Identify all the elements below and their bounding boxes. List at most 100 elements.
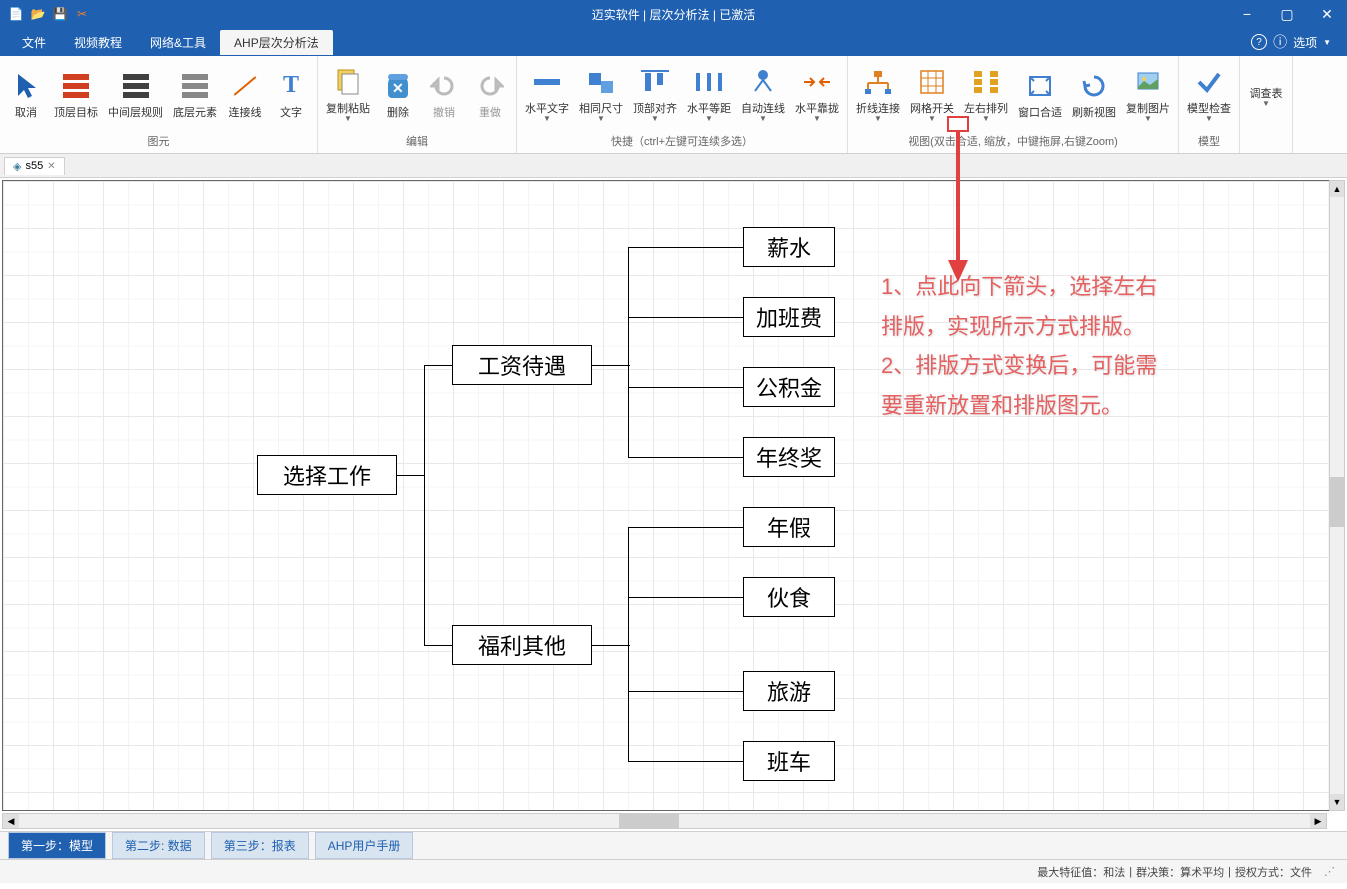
new-icon[interactable]: 📄: [8, 6, 24, 22]
cancel-button[interactable]: 取消: [4, 68, 48, 122]
node-root[interactable]: 选择工作: [257, 455, 397, 495]
group-label-view: 视图(双击合适, 缩放，中键拖屏,右键Zoom): [852, 131, 1174, 151]
line-icon: [234, 76, 257, 96]
undo-button[interactable]: 撤销: [422, 68, 466, 122]
autoconn-icon: [747, 66, 779, 98]
node-leaf2-2[interactable]: 旅游: [743, 671, 835, 711]
status-eigen: 最大特征值：和法: [1037, 864, 1125, 880]
btab-model[interactable]: 第一步：模型: [8, 832, 106, 859]
cursor-icon: [14, 72, 38, 100]
menu-file[interactable]: 文件: [8, 30, 60, 55]
node-leaf1-1[interactable]: 加班费: [743, 297, 835, 337]
node-leaf1-3[interactable]: 年终奖: [743, 437, 835, 477]
callout-highlight: [947, 116, 969, 132]
delete-button[interactable]: ✕ 删除: [376, 68, 420, 122]
connector-button[interactable]: 连接线: [223, 68, 267, 122]
menu-video[interactable]: 视频教程: [60, 30, 136, 55]
status-resize-icon[interactable]: ⋰: [1324, 865, 1335, 878]
polyconn-icon: [862, 66, 894, 98]
node-mid-0[interactable]: 工资待遇: [452, 345, 592, 385]
cube-icon: ◈: [13, 160, 21, 173]
info-icon[interactable]: ⓘ: [1273, 32, 1287, 52]
group-label-element: 图元: [4, 131, 313, 151]
polyconn-button[interactable]: 折线连接 ▼: [852, 64, 904, 125]
fitwin-button[interactable]: 窗口合适: [1014, 68, 1066, 122]
titlebar: 📄 📂 💾 ✂ 迈实软件 | 层次分析法 | 已激活 − ▢ ✕: [0, 0, 1347, 28]
copypic-button[interactable]: 复制图片 ▼: [1122, 64, 1174, 125]
doc-tabs: ◈ s55 ✕: [0, 154, 1347, 178]
close-icon[interactable]: ✕: [47, 161, 55, 172]
horizontal-scrollbar[interactable]: ◀ ▶: [2, 813, 1327, 829]
group-label-edit: 编辑: [322, 131, 512, 151]
options-dropdown-icon[interactable]: ▼: [1323, 38, 1331, 47]
vertical-scrollbar[interactable]: ▲ ▼: [1329, 180, 1345, 811]
text-icon: T: [283, 72, 299, 99]
topalign-button[interactable]: 顶部对齐 ▼: [629, 64, 681, 125]
hspace-button[interactable]: 水平等距 ▼: [683, 64, 735, 125]
check-icon: [1193, 66, 1225, 98]
btab-data[interactable]: 第二步: 数据: [112, 832, 205, 859]
chevron-down-icon: ▼: [344, 114, 352, 123]
options-label[interactable]: 选项: [1293, 34, 1317, 51]
status-group: 群决策：算术平均: [1136, 864, 1224, 880]
delete-icon: ✕: [388, 74, 408, 98]
minimize-button[interactable]: −: [1227, 0, 1267, 28]
scroll-down-button[interactable]: ▼: [1330, 794, 1344, 810]
maximize-button[interactable]: ▢: [1267, 0, 1307, 28]
bars-dark-icon: [123, 74, 149, 98]
canvas[interactable]: 选择工作 工资待遇 福利其他 薪水 加班费 公积金 年终奖 年假 伙食 旅游 班…: [0, 178, 1347, 831]
refresh-icon: [1078, 70, 1110, 102]
survey-button[interactable]: 调查表 ▼: [1244, 58, 1288, 135]
node-leaf2-0[interactable]: 年假: [743, 507, 835, 547]
hspace-icon: [693, 66, 725, 98]
node-leaf2-3[interactable]: 班车: [743, 741, 835, 781]
htext-icon: [531, 66, 563, 98]
open-icon[interactable]: 📂: [30, 6, 46, 22]
window-title: 迈实软件 | 层次分析法 | 已激活: [592, 6, 756, 23]
redo-button[interactable]: 重做: [468, 68, 512, 122]
doc-tab-label: s55: [25, 160, 43, 172]
menu-network[interactable]: 网络&工具: [136, 30, 220, 55]
top-goal-button[interactable]: 顶层目标: [50, 68, 102, 122]
help-icon[interactable]: ?: [1251, 34, 1267, 50]
bottom-element-button[interactable]: 底层元素: [169, 68, 221, 122]
node-mid-1[interactable]: 福利其他: [452, 625, 592, 665]
group-label-quick: 快捷（ctrl+左键可连续多选）: [521, 131, 843, 151]
bars-red-icon: [63, 74, 89, 98]
bars-gray-icon: [182, 74, 208, 98]
samesize-icon: [585, 66, 617, 98]
refresh-button[interactable]: 刷新视图: [1068, 68, 1120, 122]
hclose-button[interactable]: 水平靠拢 ▼: [791, 64, 843, 125]
mid-rule-button[interactable]: 中间层规则: [104, 68, 167, 122]
node-leaf1-2[interactable]: 公积金: [743, 367, 835, 407]
node-leaf2-1[interactable]: 伙食: [743, 577, 835, 617]
btab-manual[interactable]: AHP用户手册: [315, 832, 414, 859]
close-button[interactable]: ✕: [1307, 0, 1347, 28]
copy-paste-button[interactable]: 复制粘贴 ▼: [322, 64, 374, 125]
statusbar: 最大特征值：和法 | 群决策：算术平均 | 授权方式：文件 ⋰: [0, 859, 1347, 883]
tool-icon[interactable]: ✂: [74, 6, 90, 22]
save-icon[interactable]: 💾: [52, 6, 68, 22]
annotation-text: 1、点此向下箭头，选择左右 排版，实现所示方式排版。 2、排版方式变换后，可能需…: [881, 267, 1157, 425]
ribbon: 取消 顶层目标 中间层规则 底层元素 连接线 T 文字 图元: [0, 56, 1347, 154]
htext-button[interactable]: 水平文字 ▼: [521, 64, 573, 125]
group-label-model: 模型: [1183, 131, 1235, 151]
btab-report[interactable]: 第三步：报表: [211, 832, 309, 859]
text-button[interactable]: T 文字: [269, 68, 313, 122]
doc-tab[interactable]: ◈ s55 ✕: [4, 157, 65, 175]
menu-ahp[interactable]: AHP层次分析法: [220, 30, 333, 55]
hclose-icon: [801, 66, 833, 98]
redo-icon: [474, 70, 506, 102]
autoconn-button[interactable]: 自动连线 ▼: [737, 64, 789, 125]
scroll-right-button[interactable]: ▶: [1310, 814, 1326, 828]
scroll-up-button[interactable]: ▲: [1330, 181, 1344, 197]
scroll-left-button[interactable]: ◀: [3, 814, 19, 828]
topalign-icon: [639, 66, 671, 98]
node-leaf1-0[interactable]: 薪水: [743, 227, 835, 267]
samesize-button[interactable]: 相同尺寸 ▼: [575, 64, 627, 125]
modelcheck-button[interactable]: 模型检查 ▼: [1183, 64, 1235, 125]
copy-icon: [332, 66, 364, 98]
menubar: 文件 视频教程 网络&工具 AHP层次分析法 ? ⓘ 选项 ▼: [0, 28, 1347, 56]
status-auth: 授权方式：文件: [1235, 864, 1312, 880]
lrlayout-icon: [970, 66, 1002, 98]
